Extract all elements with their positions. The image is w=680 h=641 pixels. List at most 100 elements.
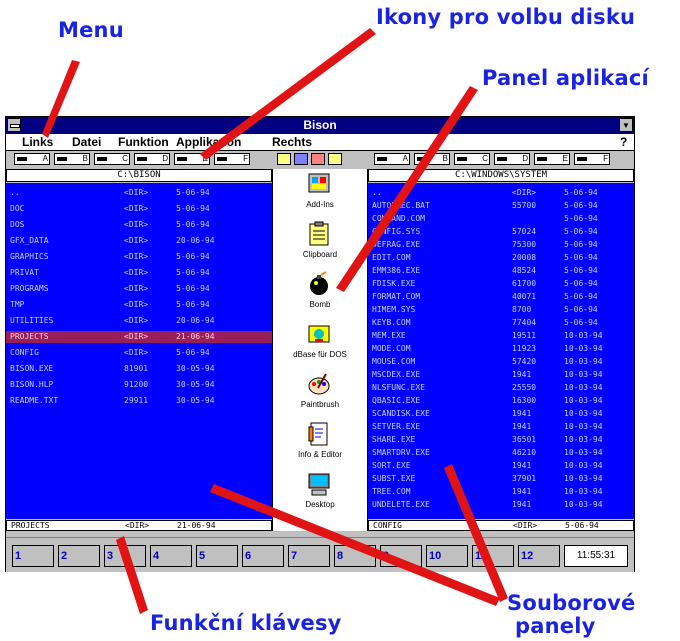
minimize-button[interactable]: ▼	[619, 118, 633, 132]
file-name: GFX_DATA	[10, 236, 49, 245]
right-file-row[interactable]: MSCDEX.EXE 1941 10-03-94	[368, 369, 634, 381]
right-file-panel[interactable]: .. <DIR> 5-06-94 AUTOEXEC.BAT 55700 5-06-94 CO…	[368, 183, 634, 519]
left-file-row[interactable]: README.TXT 29911 30-05-94	[6, 395, 272, 407]
function-key-6[interactable]: 6	[242, 545, 284, 567]
right-file-row[interactable]: .. <DIR> 5-06-94	[368, 187, 634, 199]
right-file-row[interactable]: EMM386.EXE 48524 5-06-94	[368, 265, 634, 277]
right-file-row[interactable]: KEYB.COM 77404 5-06-94	[368, 317, 634, 329]
right-drive-b-button[interactable]: B	[414, 153, 450, 165]
right-file-row[interactable]: DEFRAG.EXE 75300 5-06-94	[368, 239, 634, 251]
left-file-row[interactable]: DOC <DIR> 5-06-94	[6, 203, 272, 215]
file-date: 5-06-94	[176, 220, 210, 229]
right-drive-a-button[interactable]: A	[374, 153, 410, 165]
function-key-7[interactable]: 7	[288, 545, 330, 567]
function-key-5[interactable]: 5	[196, 545, 238, 567]
file-size: 37901	[512, 474, 537, 483]
right-file-row[interactable]: SMARTDRV.EXE 46210 10-03-94	[368, 447, 634, 459]
app-paintbrush[interactable]: Paintbrush	[273, 371, 367, 419]
menu-help[interactable]: ?	[620, 135, 627, 149]
function-key-11[interactable]: 11	[472, 545, 514, 567]
file-size: 25550	[512, 383, 537, 392]
right-file-row[interactable]: COMMAND.COM 5-06-94	[368, 213, 634, 225]
file-date: 10-03-94	[564, 474, 603, 483]
left-drive-b-button[interactable]: B	[54, 153, 90, 165]
function-key-1[interactable]: 1	[12, 545, 54, 567]
function-key-9[interactable]: 9	[380, 545, 422, 567]
right-file-row[interactable]: HIMEM.SYS 8700 5-06-94	[368, 304, 634, 316]
app-dbase[interactable]: dBase für DOS	[273, 321, 367, 369]
right-file-row[interactable]: MODE.COM 11923 10-03-94	[368, 343, 634, 355]
right-file-row[interactable]: SORT.EXE 1941 10-03-94	[368, 460, 634, 472]
function-key-10[interactable]: 10	[426, 545, 468, 567]
menu-links[interactable]: Links	[22, 135, 53, 149]
right-file-row[interactable]: AUTOEXEC.BAT 55700 5-06-94	[368, 200, 634, 212]
copy-icon[interactable]	[277, 153, 291, 165]
app-clipboard[interactable]: Clipboard	[273, 221, 367, 269]
app-add-ins[interactable]: Add-Ins	[273, 171, 367, 219]
left-file-panel[interactable]: .. <DIR> 5-06-94 DOC <DIR> 5-06-94 DOS <DIR> 5-0…	[6, 183, 272, 519]
title-bar: Bison ▼	[6, 117, 634, 134]
left-file-row[interactable]: GFX_DATA <DIR> 20-06-94	[6, 235, 272, 247]
bomb-icon	[310, 271, 328, 295]
right-file-row[interactable]: SETVER.EXE 1941 10-03-94	[368, 421, 634, 433]
menu-applikation[interactable]: Applikation	[176, 135, 241, 149]
file-date: 5-06-94	[176, 252, 210, 261]
file-name: ..	[10, 188, 20, 197]
menu-datei[interactable]: Datei	[72, 135, 101, 149]
file-name: UTILITIES	[10, 316, 54, 325]
app-info-editor[interactable]: Info & Editor	[273, 421, 367, 469]
right-file-row[interactable]: CONFIG.SYS 57024 5-06-94	[368, 226, 634, 238]
file-size: <DIR>	[124, 252, 149, 261]
function-key-8[interactable]: 8	[334, 545, 376, 567]
swap-icon[interactable]	[294, 153, 308, 165]
refresh-icon[interactable]	[328, 153, 342, 165]
right-file-row[interactable]: FORMAT.COM 40071 5-06-94	[368, 291, 634, 303]
left-file-row[interactable]: BISON.HLP 91200 30-05-94	[6, 379, 272, 391]
right-file-row[interactable]: UNDELETE.EXE 1941 10-03-94	[368, 499, 634, 511]
right-drive-c-button[interactable]: C	[454, 153, 490, 165]
menu-rechts[interactable]: Rechts	[272, 135, 312, 149]
left-file-row[interactable]: CONFIG <DIR> 5-06-94	[6, 347, 272, 359]
right-file-row[interactable]: SUBST.EXE 37901 10-03-94	[368, 473, 634, 485]
file-size: 57024	[512, 227, 537, 236]
left-file-row[interactable]: BISON.EXE 81901 30-05-94	[6, 363, 272, 375]
left-file-row[interactable]: DOS <DIR> 5-06-94	[6, 219, 272, 231]
left-file-row[interactable]: UTILITIES <DIR> 20-06-94	[6, 315, 272, 327]
left-drive-c-button[interactable]: C	[94, 153, 130, 165]
right-file-row[interactable]: TREE.COM 1941 10-03-94	[368, 486, 634, 498]
file-size: 1941	[512, 500, 532, 509]
right-file-row[interactable]: SCANDISK.EXE 1941 10-03-94	[368, 408, 634, 420]
right-file-row[interactable]: SHARE.EXE 36501 10-03-94	[368, 434, 634, 446]
left-drive-f-button[interactable]: F	[214, 153, 250, 165]
left-drive-a-button[interactable]: A	[14, 153, 50, 165]
right-drive-d-button[interactable]: D	[494, 153, 530, 165]
file-date: 5-06-94	[564, 305, 598, 314]
right-file-row[interactable]: MOUSE.COM 57420 10-03-94	[368, 356, 634, 368]
right-file-row[interactable]: QBASIC.EXE 16300 10-03-94	[368, 395, 634, 407]
left-file-row[interactable]: PROGRAMS <DIR> 5-06-94	[6, 283, 272, 295]
left-file-row[interactable]: PROJECTS <DIR> 21-06-94	[6, 331, 272, 343]
menu-funktion[interactable]: Funktion	[118, 135, 169, 149]
right-drive-e-button[interactable]: E	[534, 153, 570, 165]
function-key-3[interactable]: 3	[104, 545, 146, 567]
right-file-row[interactable]: FDISK.EXE 61700 5-06-94	[368, 278, 634, 290]
function-key-4[interactable]: 4	[150, 545, 192, 567]
file-size: <DIR>	[124, 268, 149, 277]
function-key-12[interactable]: 12	[518, 545, 560, 567]
right-file-row[interactable]: EDIT.COM 20008 5-06-94	[368, 252, 634, 264]
right-drive-f-button[interactable]: F	[574, 153, 610, 165]
left-file-row[interactable]: TMP <DIR> 5-06-94	[6, 299, 272, 311]
left-drive-d-button[interactable]: D	[134, 153, 170, 165]
left-file-row[interactable]: .. <DIR> 5-06-94	[6, 187, 272, 199]
left-drive-e-button[interactable]: E	[174, 153, 210, 165]
compare-icon[interactable]	[311, 153, 325, 165]
app-desktop[interactable]: Desktop	[273, 471, 367, 519]
right-file-row[interactable]: MEM.EXE 19511 10-03-94	[368, 330, 634, 342]
function-key-2[interactable]: 2	[58, 545, 100, 567]
right-file-row[interactable]: NLSFUNC.EXE 25550 10-03-94	[368, 382, 634, 394]
right-status: CONFIG <DIR> 5-06-94	[368, 520, 634, 531]
left-file-row[interactable]: PRIVAT <DIR> 5-06-94	[6, 267, 272, 279]
app-bomb[interactable]: Bomb	[273, 271, 367, 319]
callout-function-keys: Funkční klávesy	[150, 611, 342, 635]
left-file-row[interactable]: GRAPHICS <DIR> 5-06-94	[6, 251, 272, 263]
